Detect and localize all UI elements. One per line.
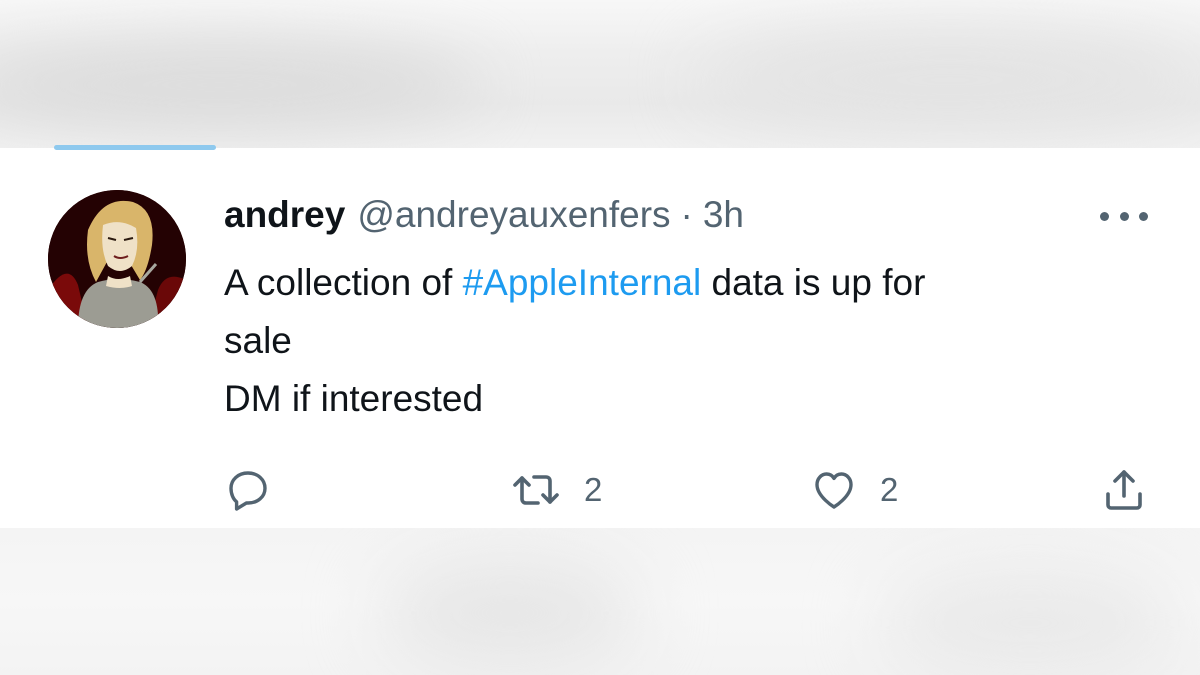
tweet-text-line-3: DM if interested (224, 378, 484, 419)
tweet-text-line-1: A collection of #AppleInternal data is u… (224, 254, 1124, 312)
hashtag-link[interactable]: #AppleInternal (463, 262, 702, 303)
share-button[interactable] (1100, 462, 1148, 518)
tweet-text-line-2: sale (224, 320, 292, 361)
more-dot (1119, 211, 1129, 221)
share-icon (1106, 470, 1142, 510)
author-handle[interactable]: @andreyauxenfers (357, 194, 670, 236)
reply-icon (229, 471, 267, 511)
tweet-text: A collection of #AppleInternal data is u… (224, 254, 1124, 428)
tweet-text-prefix: A collection of (224, 262, 463, 303)
more-dot (1139, 211, 1148, 221)
heart-icon (815, 472, 853, 509)
timestamp[interactable]: 3h (703, 194, 744, 236)
like-count: 2 (880, 471, 899, 508)
more-dot (1100, 211, 1109, 221)
tweet-text-suffix: data is up for (701, 262, 926, 303)
tweet-actions: 2 2 (0, 462, 1200, 522)
like-button[interactable]: 2 (810, 462, 898, 518)
avatar-illustration (48, 190, 186, 328)
blurred-background-top (0, 0, 1200, 148)
separator-dot: · (680, 194, 693, 235)
retweet-button[interactable]: 2 (510, 462, 602, 518)
retweet-count: 2 (584, 471, 603, 508)
blurred-background-bottom (0, 528, 1200, 675)
tweet-card[interactable]: andrey @andreyauxenfers · 3h A collectio… (0, 150, 1200, 528)
tweet-header: andrey @andreyauxenfers · 3h (224, 194, 744, 240)
avatar[interactable] (48, 190, 186, 328)
retweet-icon (513, 475, 559, 505)
more-options-icon[interactable] (1100, 206, 1148, 226)
reply-button[interactable] (224, 462, 272, 518)
author-name[interactable]: andrey (224, 194, 345, 236)
